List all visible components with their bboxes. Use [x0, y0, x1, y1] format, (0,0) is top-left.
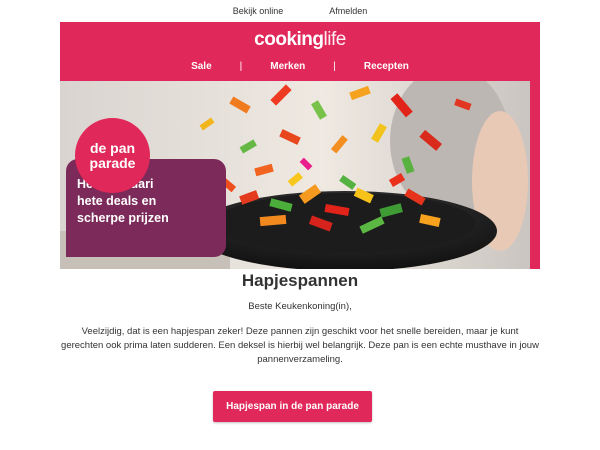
badge-line: de pan — [89, 139, 136, 156]
hero-banner[interactable]: Heel februari hete deals en scherpe prij… — [60, 81, 540, 269]
view-online-link[interactable]: Bekijk online — [233, 6, 284, 16]
nav-item-merken[interactable]: Merken — [270, 61, 305, 72]
promo-line: scherpe prijzen — [77, 211, 169, 225]
main-nav: Sale | Merken | Recepten — [60, 61, 540, 72]
greeting-text: Beste Keukenkoning(in), — [248, 301, 352, 312]
nav-item-sale[interactable]: Sale — [191, 61, 212, 72]
badge-line: parade — [89, 154, 136, 171]
nav-item-recepten[interactable]: Recepten — [364, 61, 409, 72]
body-text: Veelzijdig, dat is een hapjespan zeker! … — [61, 326, 539, 365]
nav-divider: | — [333, 61, 336, 72]
cookinglife-logo[interactable]: cookinglife — [60, 29, 540, 51]
header-bar: cookinglife Sale | Merken | Recepten — [60, 22, 540, 81]
nav-divider: | — [239, 61, 243, 72]
promo-line: hete deals en — [77, 194, 157, 208]
unsubscribe-link[interactable]: Afmelden — [329, 6, 367, 16]
cta-button[interactable]: Hapjespan in de pan parade — [213, 391, 372, 422]
top-links-bar: Bekijk online Afmelden — [0, 0, 600, 22]
logo-light-text: life — [323, 29, 347, 50]
page-title: Hapjespannen — [241, 271, 359, 290]
pan-parade-badge: de pan parade — [75, 118, 150, 193]
logo-bold-text: cooking — [254, 29, 324, 50]
